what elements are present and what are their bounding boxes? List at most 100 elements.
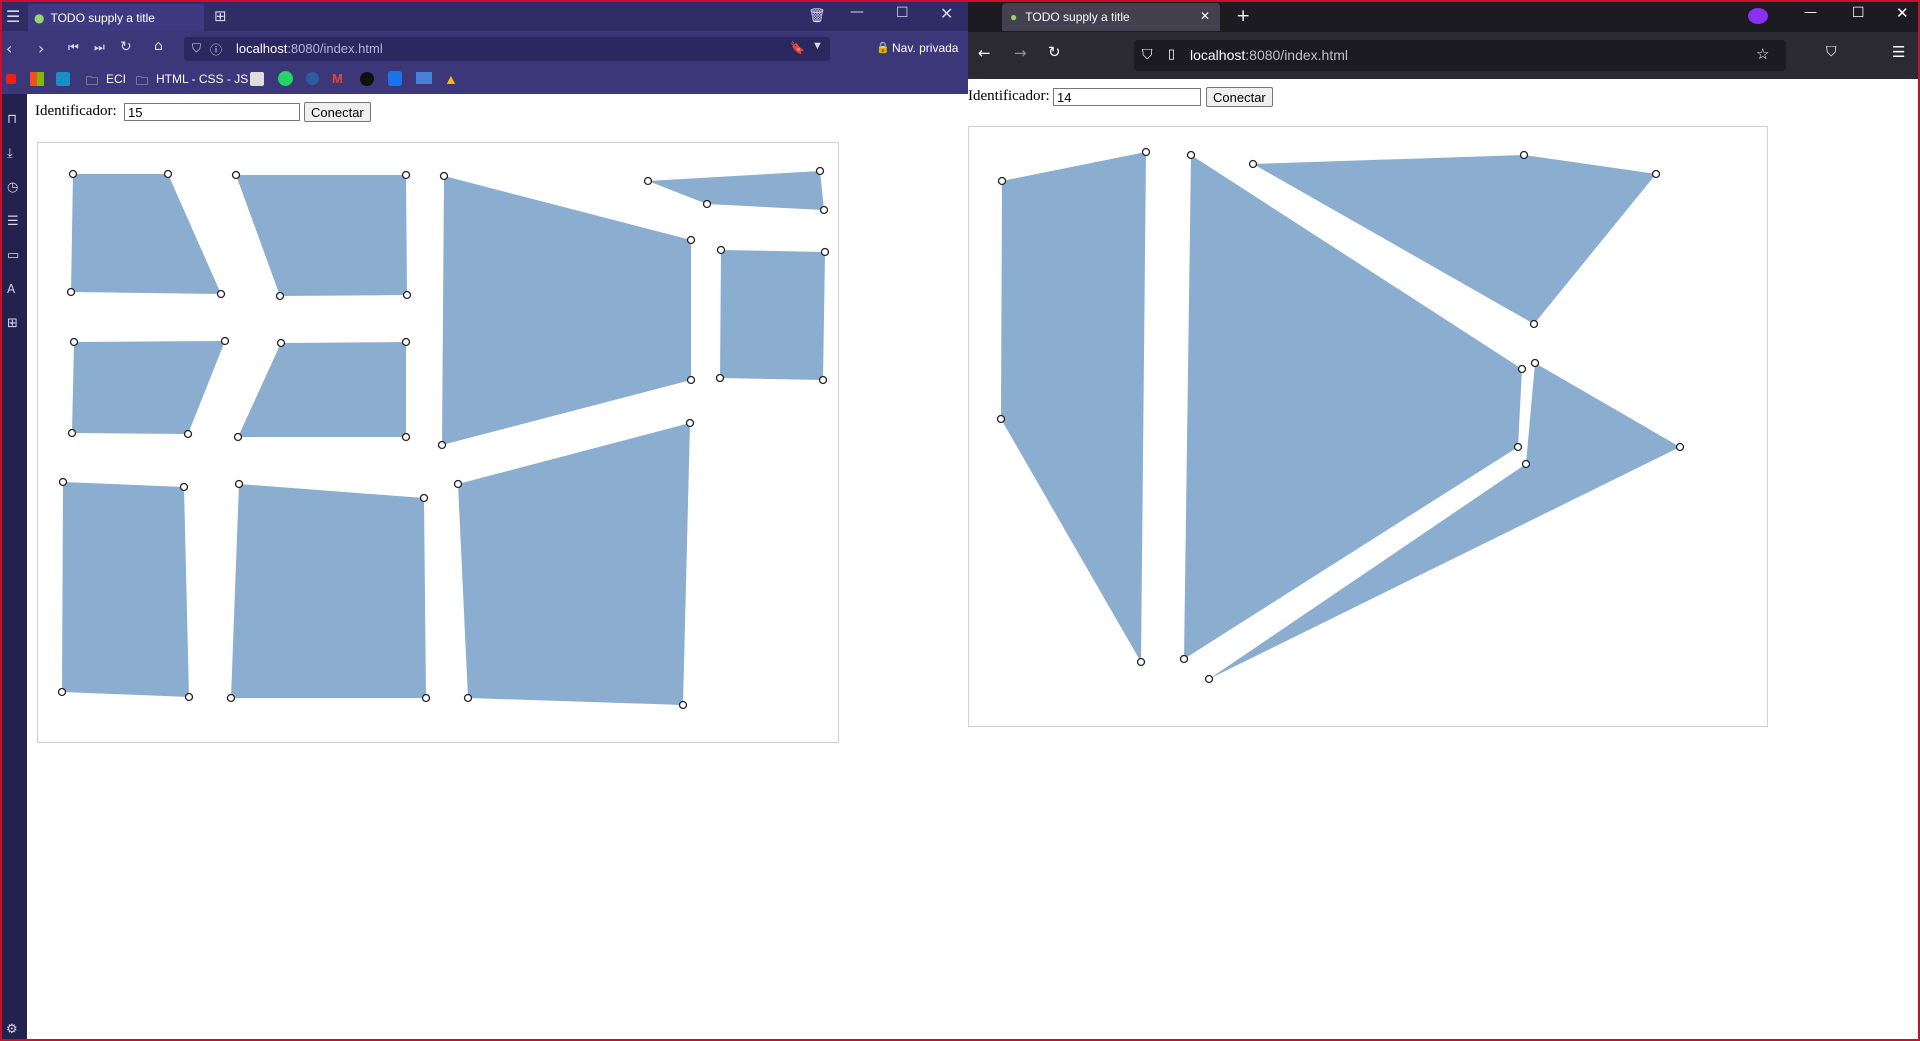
vertex-handle[interactable] — [1136, 657, 1146, 667]
vertex-handle[interactable] — [1141, 147, 1151, 157]
vertex-handle[interactable] — [463, 693, 473, 703]
rewind-icon[interactable]: ⏮ — [68, 40, 79, 55]
tab-active[interactable]: ● TODO supply a title ✕ — [1002, 3, 1220, 31]
drawn-polygon[interactable] — [1001, 152, 1146, 662]
vertex-handle[interactable] — [401, 170, 411, 180]
vertex-handle[interactable] — [1530, 358, 1540, 368]
vertex-handle[interactable] — [715, 373, 725, 383]
vertex-handle[interactable] — [818, 375, 828, 385]
new-tab-icon[interactable]: + — [1236, 6, 1250, 26]
menu-icon[interactable]: ☰ — [6, 7, 20, 26]
microsoft-icon[interactable] — [30, 72, 44, 86]
forward-icon[interactable]: › — [38, 39, 44, 58]
drawing-canvas[interactable] — [968, 126, 1768, 727]
youtube-icon[interactable] — [6, 74, 16, 84]
vertex-handle[interactable] — [997, 176, 1007, 186]
star-icon[interactable]: ☆ — [1756, 45, 1769, 63]
reload-icon[interactable]: ↻ — [1048, 43, 1061, 61]
vertex-handle[interactable] — [163, 169, 173, 179]
vertex-handle[interactable] — [226, 693, 236, 703]
vertex-handle[interactable] — [57, 687, 67, 697]
drawn-polygon[interactable] — [62, 482, 189, 697]
tab-active[interactable]: ● TODO supply a title — [28, 4, 204, 31]
app-icon[interactable] — [360, 72, 374, 86]
vertex-handle[interactable] — [58, 477, 68, 487]
vertex-handle[interactable] — [1248, 159, 1258, 169]
vertex-handle[interactable] — [179, 482, 189, 492]
drawn-polygon[interactable] — [231, 484, 426, 698]
connect-button[interactable]: Conectar — [1206, 87, 1273, 107]
vertex-handle[interactable] — [401, 337, 411, 347]
vertex-handle[interactable] — [69, 337, 79, 347]
minimize-icon[interactable]: — — [1804, 5, 1817, 20]
vertex-handle[interactable] — [1651, 169, 1661, 179]
dropdown-icon[interactable]: ▼ — [812, 40, 823, 52]
vertex-handle[interactable] — [402, 290, 412, 300]
vertex-handle[interactable] — [184, 692, 194, 702]
vertex-handle[interactable] — [276, 338, 286, 348]
bookmarks-icon[interactable]: ⊓ — [7, 112, 17, 127]
close-tab-icon[interactable]: ✕ — [1200, 9, 1210, 23]
polygon-canvas-right[interactable] — [969, 127, 1767, 726]
polygon-canvas-left[interactable] — [38, 143, 838, 742]
vertex-handle[interactable] — [820, 247, 830, 257]
vertex-handle[interactable] — [1521, 459, 1531, 469]
minimize-icon[interactable]: — — [850, 4, 864, 20]
home-icon[interactable]: ⌂ — [154, 38, 163, 54]
bookmark-folder-eci[interactable]: ECI — [106, 72, 126, 86]
vertex-handle[interactable] — [1179, 654, 1189, 664]
vertex-handle[interactable] — [685, 418, 695, 428]
vertex-handle[interactable] — [437, 440, 447, 450]
notes-icon[interactable]: ☰ — [7, 214, 19, 229]
back-icon[interactable]: ‹ — [6, 39, 12, 58]
pocket-icon[interactable]: ⛉ — [1826, 44, 1837, 60]
gmail-icon[interactable]: M — [332, 71, 343, 86]
vertex-handle[interactable] — [1675, 442, 1685, 452]
vertex-handle[interactable] — [421, 693, 431, 703]
vertex-handle[interactable] — [1186, 150, 1196, 160]
url-bar[interactable]: ⛉ ▯ localhost:8080/index.html ☆ — [1134, 40, 1786, 71]
vertex-handle[interactable] — [216, 289, 226, 299]
maximize-icon[interactable]: ☐ — [1852, 5, 1865, 21]
vertex-handle[interactable] — [439, 171, 449, 181]
whatsapp-icon[interactable] — [278, 71, 293, 86]
vertex-handle[interactable] — [1519, 150, 1529, 160]
app-icon[interactable] — [250, 72, 264, 86]
maximize-icon[interactable]: ☐ — [896, 5, 909, 21]
identifier-input[interactable] — [124, 103, 300, 121]
trash-icon[interactable]: 🗑 — [808, 8, 826, 24]
new-tab-icon[interactable]: ⊞ — [214, 7, 227, 25]
history-icon[interactable]: ◷ — [7, 180, 18, 195]
vertex-handle[interactable] — [183, 429, 193, 439]
vertex-handle[interactable] — [1513, 442, 1523, 452]
reload-icon[interactable]: ↻ — [120, 39, 132, 55]
downloads-icon[interactable]: ⤓ — [7, 146, 13, 161]
vertex-handle[interactable] — [716, 245, 726, 255]
drawn-polygon[interactable] — [648, 171, 824, 210]
close-icon[interactable]: ✕ — [1896, 4, 1909, 22]
vertex-handle[interactable] — [67, 428, 77, 438]
vertex-handle[interactable] — [996, 414, 1006, 424]
vertex-handle[interactable] — [275, 291, 285, 301]
vertex-handle[interactable] — [1529, 319, 1539, 329]
app-icon[interactable] — [306, 72, 319, 85]
settings-gear-icon[interactable]: ⚙ — [6, 1022, 18, 1037]
vertex-handle[interactable] — [220, 336, 230, 346]
url-bar[interactable]: ⛉ ⓘ localhost:8080/index.html 🔖 ▼ — [184, 37, 830, 61]
drawn-polygon[interactable] — [238, 342, 406, 437]
bookmark-folder-html[interactable]: HTML - CSS - JS — [156, 72, 248, 86]
vertex-handle[interactable] — [419, 493, 429, 503]
drawn-polygon[interactable] — [458, 423, 690, 705]
vertex-handle[interactable] — [702, 199, 712, 209]
vertex-handle[interactable] — [453, 479, 463, 489]
app-icon[interactable] — [56, 72, 70, 86]
drawn-polygon[interactable] — [71, 174, 221, 294]
vertex-handle[interactable] — [643, 176, 653, 186]
identifier-input[interactable] — [1053, 88, 1201, 106]
vertex-handle[interactable] — [401, 432, 411, 442]
drawn-polygon[interactable] — [236, 175, 407, 296]
vertex-handle[interactable] — [68, 169, 78, 179]
drawn-polygon[interactable] — [72, 341, 225, 434]
back-icon[interactable]: ← — [978, 44, 991, 62]
connect-button[interactable]: Conectar — [304, 102, 371, 122]
